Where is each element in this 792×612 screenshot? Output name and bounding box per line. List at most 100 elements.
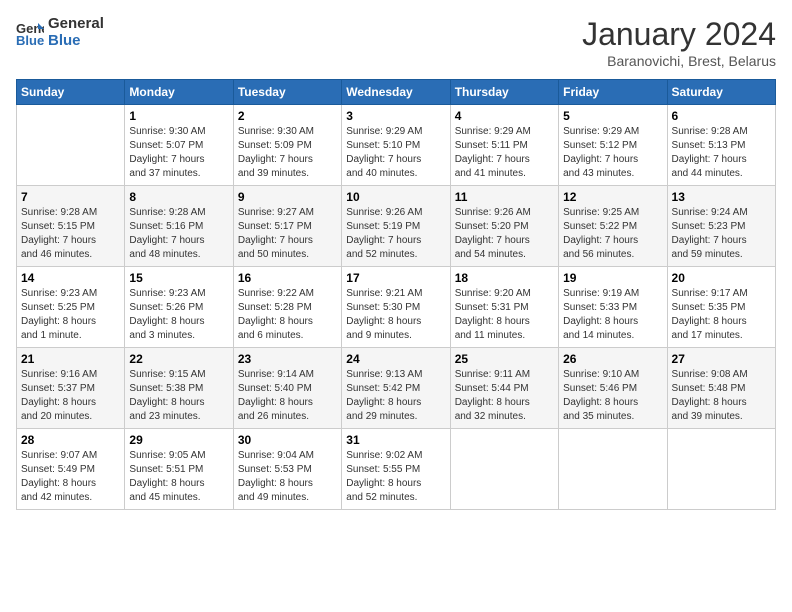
calendar-cell: 15Sunrise: 9:23 AMSunset: 5:26 PMDayligh… — [125, 267, 233, 348]
day-number: 20 — [672, 271, 771, 285]
day-info: Sunrise: 9:28 AMSunset: 5:13 PMDaylight:… — [672, 125, 771, 181]
calendar-table: SundayMondayTuesdayWednesdayThursdayFrid… — [16, 79, 776, 510]
day-info: Sunrise: 9:20 AMSunset: 5:31 PMDaylight:… — [455, 287, 554, 343]
calendar-cell: 17 Sunrise: 9:21 AMSunset: 5:30 PMDayligh… — [342, 267, 450, 348]
calendar-cell: 31Sunrise: 9:02 AMSunset: 5:55 PMDayligh… — [342, 429, 450, 510]
calendar-week-row: 21 Sunrise: 9:16 AMSunset: 5:37 PMDayligh… — [17, 348, 776, 429]
day-number: 6 — [672, 109, 771, 123]
weekday-header-wednesday: Wednesday — [342, 80, 450, 105]
day-number: 25 — [455, 352, 554, 366]
day-info: Sunrise: 9:04 AMSunset: 5:53 PMDaylight:… — [238, 449, 337, 505]
day-number: 3 — [346, 109, 445, 123]
calendar-week-row: 1 Sunrise: 9:30 AMSunset: 5:07 PMDaylight… — [17, 105, 776, 186]
day-number: 28 — [21, 433, 120, 447]
day-number: 23 — [238, 352, 337, 366]
day-info: Sunrise: 9:14 AMSunset: 5:40 PMDaylight:… — [238, 368, 337, 424]
day-info: Sunrise: 9:29 AMSunset: 5:10 PMDaylight:… — [346, 125, 445, 181]
calendar-cell: 26 Sunrise: 9:10 AMSunset: 5:46 PMDayligh… — [559, 348, 667, 429]
day-info: Sunrise: 9:30 AMSunset: 5:07 PMDaylight:… — [129, 125, 228, 181]
calendar-cell: 11 Sunrise: 9:26 AMSunset: 5:20 PMDayligh… — [450, 186, 558, 267]
title-block: January 2024 Baranovichi, Brest, Belarus — [582, 16, 776, 69]
calendar-cell: 16Sunrise: 9:22 AMSunset: 5:28 PMDayligh… — [233, 267, 341, 348]
calendar-cell: 4Sunrise: 9:29 AMSunset: 5:11 PMDaylight… — [450, 105, 558, 186]
day-info: Sunrise: 9:07 AMSunset: 5:49 PMDaylight:… — [21, 449, 120, 505]
weekday-header-saturday: Saturday — [667, 80, 775, 105]
weekday-header-thursday: Thursday — [450, 80, 558, 105]
day-number: 10 — [346, 190, 445, 204]
calendar-cell: 22Sunrise: 9:15 AMSunset: 5:38 PMDayligh… — [125, 348, 233, 429]
day-info: Sunrise: 9:29 AMSunset: 5:12 PMDaylight:… — [563, 125, 662, 181]
calendar-cell — [450, 429, 558, 510]
day-number: 27 — [672, 352, 771, 366]
calendar-cell: 8Sunrise: 9:28 AMSunset: 5:16 PMDaylight… — [125, 186, 233, 267]
day-number: 30 — [238, 433, 337, 447]
day-number: 5 — [563, 109, 662, 123]
calendar-week-row: 14 Sunrise: 9:23 AMSunset: 5:25 PMDayligh… — [17, 267, 776, 348]
day-info: Sunrise: 9:27 AMSunset: 5:17 PMDaylight:… — [238, 206, 337, 262]
day-info: Sunrise: 9:26 AMSunset: 5:19 PMDaylight:… — [346, 206, 445, 262]
calendar-cell: 18 Sunrise: 9:20 AMSunset: 5:31 PMDayligh… — [450, 267, 558, 348]
day-info: Sunrise: 9:30 AMSunset: 5:09 PMDaylight:… — [238, 125, 337, 181]
calendar-cell: 14 Sunrise: 9:23 AMSunset: 5:25 PMDayligh… — [17, 267, 125, 348]
calendar-cell: 1 Sunrise: 9:30 AMSunset: 5:07 PMDaylight… — [125, 105, 233, 186]
day-number: 26 — [563, 352, 662, 366]
day-number: 24 — [346, 352, 445, 366]
day-info: Sunrise: 9:26 AMSunset: 5:20 PMDaylight:… — [455, 206, 554, 262]
page-container: General Blue General Blue January 2024 B… — [0, 0, 792, 520]
calendar-cell: 30 Sunrise: 9:04 AMSunset: 5:53 PMDayligh… — [233, 429, 341, 510]
calendar-cell: 6 Sunrise: 9:28 AMSunset: 5:13 PMDaylight… — [667, 105, 775, 186]
day-number: 17 — [346, 271, 445, 285]
day-number: 21 — [21, 352, 120, 366]
logo-general: General — [48, 16, 104, 33]
day-info: Sunrise: 9:29 AMSunset: 5:11 PMDaylight:… — [455, 125, 554, 181]
day-number: 2 — [238, 109, 337, 123]
location: Baranovichi, Brest, Belarus — [582, 53, 776, 69]
calendar-cell — [559, 429, 667, 510]
day-number: 13 — [672, 190, 771, 204]
day-info: Sunrise: 9:22 AMSunset: 5:28 PMDaylight:… — [238, 287, 337, 343]
calendar-cell: 24 Sunrise: 9:13 AMSunset: 5:42 PMDayligh… — [342, 348, 450, 429]
day-info: Sunrise: 9:02 AMSunset: 5:55 PMDaylight:… — [346, 449, 445, 505]
day-info: Sunrise: 9:23 AMSunset: 5:25 PMDaylight:… — [21, 287, 120, 343]
logo: General Blue General Blue — [16, 16, 104, 49]
calendar-cell: 12 Sunrise: 9:25 AMSunset: 5:22 PMDayligh… — [559, 186, 667, 267]
day-info: Sunrise: 9:28 AMSunset: 5:15 PMDaylight:… — [21, 206, 120, 262]
calendar-cell: 21 Sunrise: 9:16 AMSunset: 5:37 PMDayligh… — [17, 348, 125, 429]
day-number: 1 — [129, 109, 228, 123]
page-header: General Blue General Blue January 2024 B… — [16, 16, 776, 69]
calendar-cell: 25 Sunrise: 9:11 AMSunset: 5:44 PMDayligh… — [450, 348, 558, 429]
day-info: Sunrise: 9:24 AMSunset: 5:23 PMDaylight:… — [672, 206, 771, 262]
calendar-cell: 7 Sunrise: 9:28 AMSunset: 5:15 PMDaylight… — [17, 186, 125, 267]
day-info: Sunrise: 9:16 AMSunset: 5:37 PMDaylight:… — [21, 368, 120, 424]
day-info: Sunrise: 9:10 AMSunset: 5:46 PMDaylight:… — [563, 368, 662, 424]
day-info: Sunrise: 9:11 AMSunset: 5:44 PMDaylight:… — [455, 368, 554, 424]
weekday-header-friday: Friday — [559, 80, 667, 105]
day-info: Sunrise: 9:23 AMSunset: 5:26 PMDaylight:… — [129, 287, 228, 343]
calendar-week-row: 7 Sunrise: 9:28 AMSunset: 5:15 PMDaylight… — [17, 186, 776, 267]
weekday-header-monday: Monday — [125, 80, 233, 105]
day-info: Sunrise: 9:21 AMSunset: 5:30 PMDaylight:… — [346, 287, 445, 343]
day-info: Sunrise: 9:28 AMSunset: 5:16 PMDaylight:… — [129, 206, 228, 262]
day-number: 18 — [455, 271, 554, 285]
day-number: 7 — [21, 190, 120, 204]
calendar-cell: 19Sunrise: 9:19 AMSunset: 5:33 PMDayligh… — [559, 267, 667, 348]
calendar-cell: 29Sunrise: 9:05 AMSunset: 5:51 PMDayligh… — [125, 429, 233, 510]
day-number: 11 — [455, 190, 554, 204]
day-info: Sunrise: 9:13 AMSunset: 5:42 PMDaylight:… — [346, 368, 445, 424]
calendar-cell: 13 Sunrise: 9:24 AMSunset: 5:23 PMDayligh… — [667, 186, 775, 267]
day-number: 12 — [563, 190, 662, 204]
weekday-header-row: SundayMondayTuesdayWednesdayThursdayFrid… — [17, 80, 776, 105]
day-info: Sunrise: 9:15 AMSunset: 5:38 PMDaylight:… — [129, 368, 228, 424]
day-info: Sunrise: 9:17 AMSunset: 5:35 PMDaylight:… — [672, 287, 771, 343]
calendar-cell: 9 Sunrise: 9:27 AMSunset: 5:17 PMDaylight… — [233, 186, 341, 267]
day-number: 9 — [238, 190, 337, 204]
day-number: 14 — [21, 271, 120, 285]
day-number: 19 — [563, 271, 662, 285]
calendar-cell: 28 Sunrise: 9:07 AMSunset: 5:49 PMDayligh… — [17, 429, 125, 510]
calendar-cell: 23 Sunrise: 9:14 AMSunset: 5:40 PMDayligh… — [233, 348, 341, 429]
day-info: Sunrise: 9:25 AMSunset: 5:22 PMDaylight:… — [563, 206, 662, 262]
calendar-cell — [667, 429, 775, 510]
calendar-cell: 10 Sunrise: 9:26 AMSunset: 5:19 PMDayligh… — [342, 186, 450, 267]
day-number: 29 — [129, 433, 228, 447]
calendar-cell — [17, 105, 125, 186]
